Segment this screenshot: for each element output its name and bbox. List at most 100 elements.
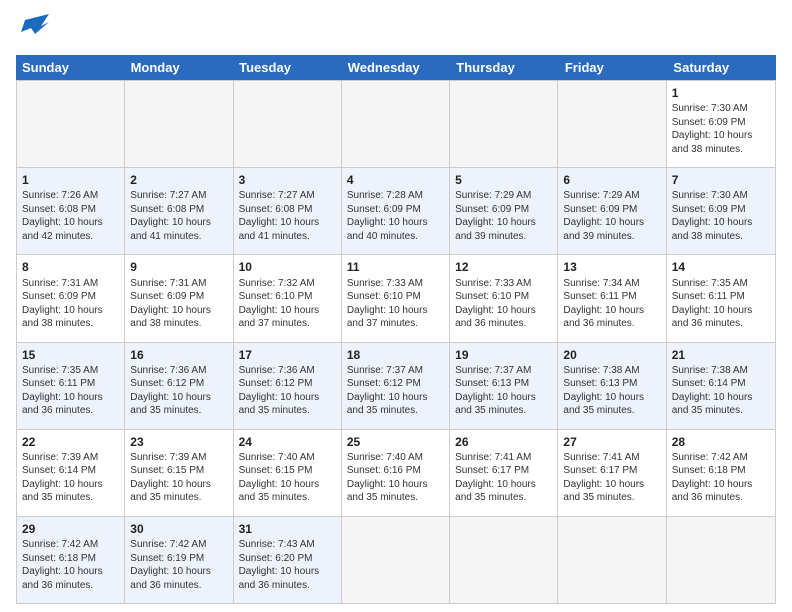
day-number: 20: [563, 347, 660, 363]
daylight-text: Daylight: 10 hours and 38 minutes.: [672, 217, 753, 242]
calendar-cell: 3Sunrise: 7:27 AM Sunset: 6:08 PMDayligh…: [234, 168, 342, 254]
day-number: 1: [672, 85, 770, 101]
sunrise-text: Sunrise: 7:29 AM: [455, 190, 531, 201]
daylight-text: Daylight: 10 hours and 41 minutes.: [239, 217, 320, 242]
sunset-text: Sunset: 6:08 PM: [239, 204, 313, 215]
calendar-cell: 22Sunrise: 7:39 AM Sunset: 6:14 PMDaylig…: [17, 430, 125, 516]
day-number: 21: [672, 347, 770, 363]
calendar-cell: 6Sunrise: 7:29 AM Sunset: 6:09 PMDayligh…: [558, 168, 666, 254]
sunrise-text: Sunrise: 7:37 AM: [347, 365, 423, 376]
sunset-text: Sunset: 6:15 PM: [130, 465, 204, 476]
sunset-text: Sunset: 6:09 PM: [130, 291, 204, 302]
sunrise-text: Sunrise: 7:43 AM: [239, 539, 315, 550]
sunset-text: Sunset: 6:09 PM: [563, 204, 637, 215]
sunset-text: Sunset: 6:12 PM: [130, 378, 204, 389]
calendar-cell: 31Sunrise: 7:43 AM Sunset: 6:20 PMDaylig…: [234, 517, 342, 603]
sunrise-text: Sunrise: 7:39 AM: [22, 452, 98, 463]
day-number: 31: [239, 521, 336, 537]
sunrise-text: Sunrise: 7:29 AM: [563, 190, 639, 201]
sunset-text: Sunset: 6:10 PM: [455, 291, 529, 302]
calendar-cell: [342, 517, 450, 603]
day-number: 28: [672, 434, 770, 450]
calendar-cell: 18Sunrise: 7:37 AM Sunset: 6:12 PMDaylig…: [342, 343, 450, 429]
day-number: 19: [455, 347, 552, 363]
day-number: 9: [130, 259, 227, 275]
sunset-text: Sunset: 6:13 PM: [455, 378, 529, 389]
sunset-text: Sunset: 6:20 PM: [239, 553, 313, 564]
sunrise-text: Sunrise: 7:28 AM: [347, 190, 423, 201]
calendar-cell: 16Sunrise: 7:36 AM Sunset: 6:12 PMDaylig…: [125, 343, 233, 429]
sunset-text: Sunset: 6:08 PM: [22, 204, 96, 215]
daylight-text: Daylight: 10 hours and 36 minutes.: [22, 392, 103, 417]
calendar-cell: 19Sunrise: 7:37 AM Sunset: 6:13 PMDaylig…: [450, 343, 558, 429]
sunrise-text: Sunrise: 7:33 AM: [347, 278, 423, 289]
calendar-cell: 23 Sunrise: 7:39 AM Sunset: 6:15 PM Daylig…: [125, 430, 233, 516]
calendar-cell: 9Sunrise: 7:31 AM Sunset: 6:09 PMDayligh…: [125, 255, 233, 341]
day-number: 5: [455, 172, 552, 188]
daylight-text: Daylight: 10 hours and 35 minutes.: [130, 479, 211, 504]
daylight-text: Daylight: 10 hours and 35 minutes.: [672, 392, 753, 417]
day-number: 27: [563, 434, 660, 450]
sunrise-text: Sunrise: 7:42 AM: [130, 539, 206, 550]
sunset-text: Sunset: 6:15 PM: [239, 465, 313, 476]
logo-graphic: [16, 12, 49, 47]
daylight-text: Daylight: 10 hours and 35 minutes.: [239, 479, 320, 504]
calendar-row: 22Sunrise: 7:39 AM Sunset: 6:14 PMDaylig…: [17, 430, 775, 517]
calendar-cell: 1Sunrise: 7:30 AM Sunset: 6:09 PMDayligh…: [667, 81, 775, 167]
daylight-text: Daylight: 10 hours and 36 minutes.: [22, 566, 103, 591]
cal-header-day: Monday: [125, 55, 234, 80]
daylight-text: Daylight: 10 hours and 36 minutes.: [455, 305, 536, 330]
sunset-text: Sunset: 6:09 PM: [22, 291, 96, 302]
sunrise-text: Sunrise: 7:27 AM: [130, 190, 206, 201]
day-number: 15: [22, 347, 119, 363]
sunrise-text: Sunrise: 7:35 AM: [22, 365, 98, 376]
day-number: 2: [130, 172, 227, 188]
header: [16, 12, 776, 47]
daylight-text: Daylight: 10 hours and 40 minutes.: [347, 217, 428, 242]
calendar-cell: 11Sunrise: 7:33 AM Sunset: 6:10 PMDaylig…: [342, 255, 450, 341]
daylight-text: Daylight: 10 hours and 35 minutes.: [347, 392, 428, 417]
calendar-cell: [558, 81, 666, 167]
day-number: 13: [563, 259, 660, 275]
sunset-text: Sunset: 6:12 PM: [239, 378, 313, 389]
calendar-cell: 29Sunrise: 7:42 AM Sunset: 6:18 PMDaylig…: [17, 517, 125, 603]
daylight-text: Daylight: 10 hours and 41 minutes.: [130, 217, 211, 242]
daylight-text: Daylight: 10 hours and 37 minutes.: [347, 305, 428, 330]
sunset-text: Sunset: 6:18 PM: [22, 553, 96, 564]
day-number: 3: [239, 172, 336, 188]
page: SundayMondayTuesdayWednesdayThursdayFrid…: [0, 0, 792, 612]
sunset-text: Sunset: 6:14 PM: [672, 378, 746, 389]
calendar-cell: 10Sunrise: 7:32 AM Sunset: 6:10 PMDaylig…: [234, 255, 342, 341]
calendar-row: 8Sunrise: 7:31 AM Sunset: 6:09 PMDayligh…: [17, 255, 775, 342]
calendar-cell: [667, 517, 775, 603]
cal-header-day: Saturday: [667, 55, 776, 80]
daylight-text: Daylight: 10 hours and 36 minutes.: [130, 566, 211, 591]
day-number: 14: [672, 259, 770, 275]
sunrise-text: Sunrise: 7:38 AM: [672, 365, 748, 376]
sunrise-text: Sunrise: 7:31 AM: [130, 278, 206, 289]
sunrise-text: Sunrise: 7:39 AM: [130, 452, 206, 463]
sunset-text: Sunset: 6:18 PM: [672, 465, 746, 476]
day-number: 12: [455, 259, 552, 275]
calendar-cell: [450, 517, 558, 603]
calendar-cell: 5Sunrise: 7:29 AM Sunset: 6:09 PMDayligh…: [450, 168, 558, 254]
sunset-text: Sunset: 6:17 PM: [563, 465, 637, 476]
daylight-text: Daylight: 10 hours and 37 minutes.: [239, 305, 320, 330]
sunrise-text: Sunrise: 7:30 AM: [672, 190, 748, 201]
daylight-text: Daylight: 10 hours and 42 minutes.: [22, 217, 103, 242]
sunset-text: Sunset: 6:09 PM: [347, 204, 421, 215]
calendar-cell: [17, 81, 125, 167]
day-number: 26: [455, 434, 552, 450]
day-number: 23: [130, 434, 227, 450]
daylight-text: Daylight: 10 hours and 36 minutes.: [563, 305, 644, 330]
logo: [16, 12, 49, 47]
calendar-cell: 1Sunrise: 7:26 AM Sunset: 6:08 PMDayligh…: [17, 168, 125, 254]
sunrise-text: Sunrise: 7:40 AM: [239, 452, 315, 463]
calendar-cell: 20Sunrise: 7:38 AM Sunset: 6:13 PMDaylig…: [558, 343, 666, 429]
cal-header-day: Thursday: [450, 55, 559, 80]
sunrise-text: Sunrise: 7:41 AM: [455, 452, 531, 463]
calendar-row: 15Sunrise: 7:35 AM Sunset: 6:11 PMDaylig…: [17, 343, 775, 430]
daylight-text: Daylight: 10 hours and 35 minutes.: [239, 392, 320, 417]
sunset-text: Sunset: 6:09 PM: [672, 204, 746, 215]
sunset-text: Sunset: 6:16 PM: [347, 465, 421, 476]
